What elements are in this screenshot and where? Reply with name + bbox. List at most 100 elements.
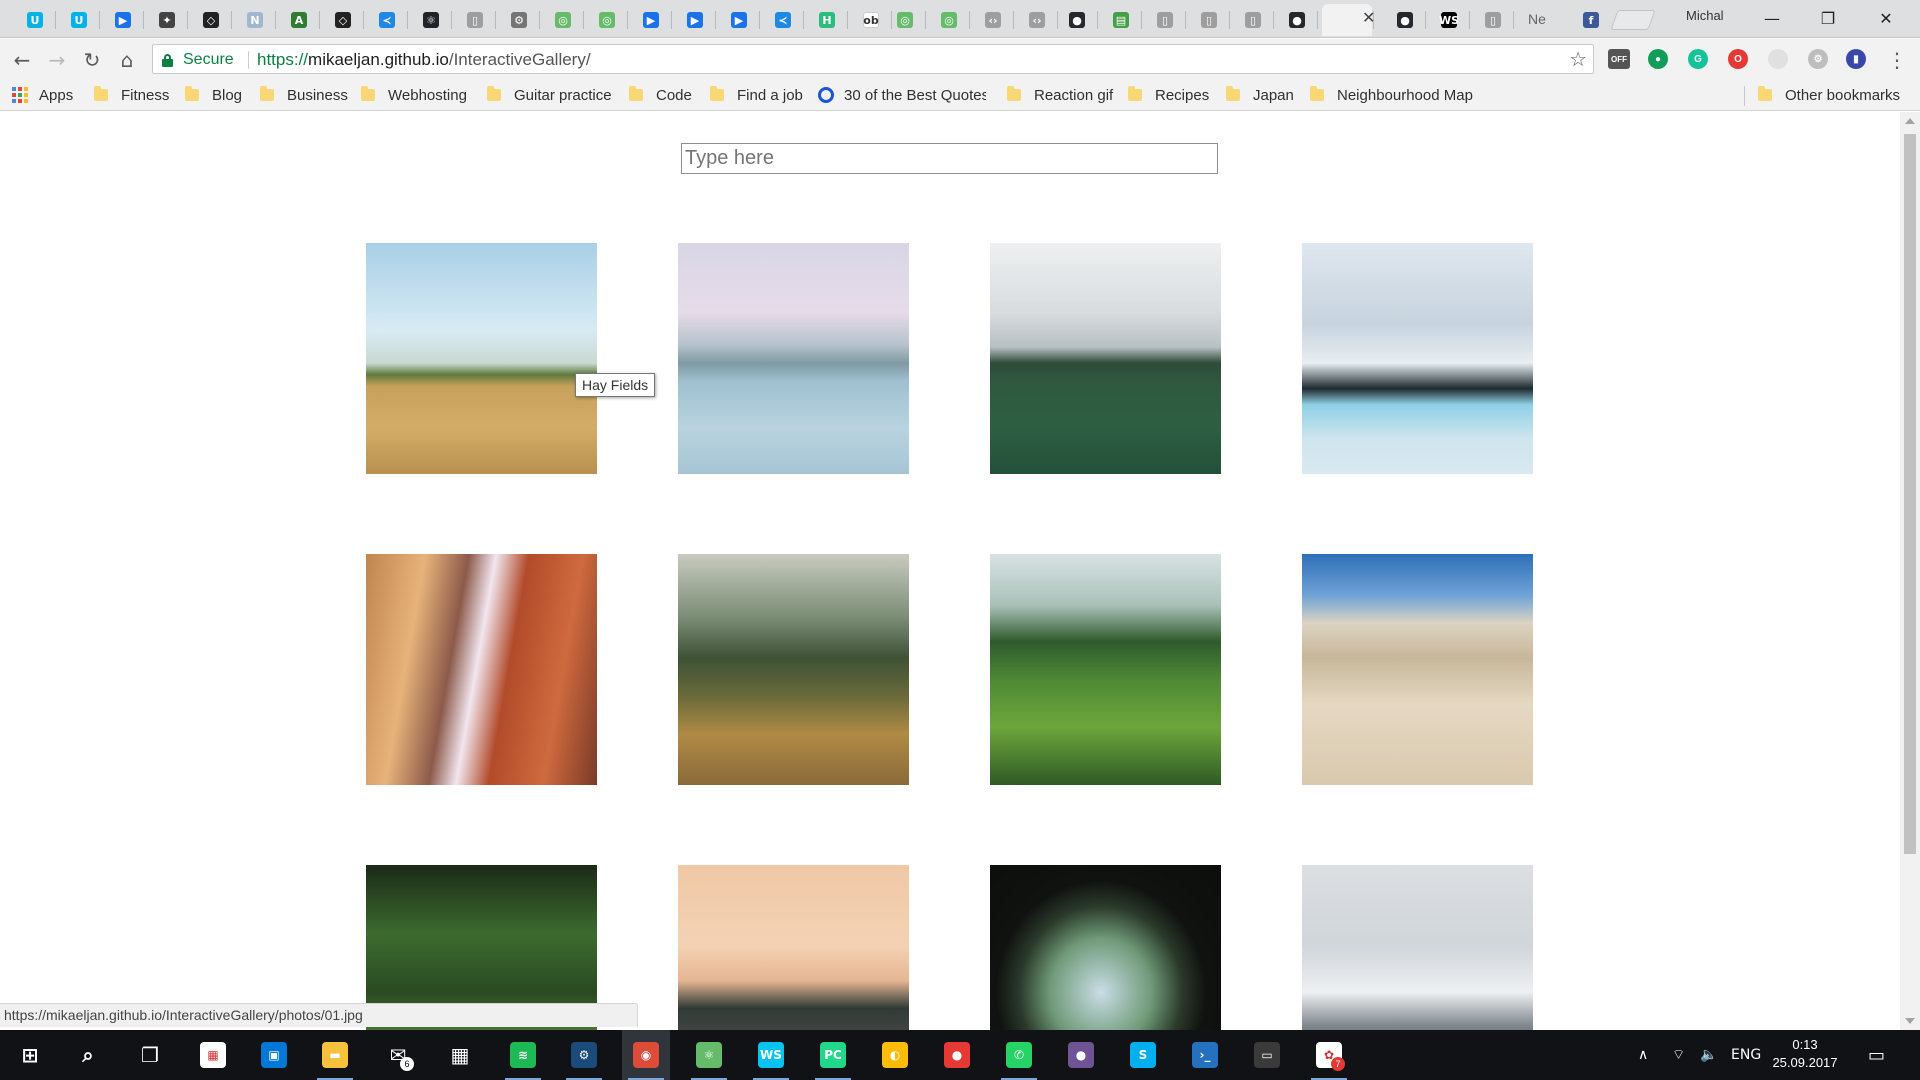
network-icon[interactable]: ⌔ bbox=[1672, 1030, 1685, 1080]
forward-button[interactable]: → bbox=[44, 47, 70, 73]
bookmark-recipes[interactable]: Recipes bbox=[1128, 79, 1209, 111]
bookmark-neighbourhood-map[interactable]: Neighbourhood Map bbox=[1310, 79, 1473, 111]
minimize-button[interactable]: — bbox=[1752, 6, 1792, 30]
tab[interactable]: ▯ bbox=[456, 4, 496, 36]
bookmark-apps[interactable]: Apps bbox=[12, 79, 73, 111]
system-clock[interactable]: 0:13 25.09.2017 bbox=[1760, 1036, 1850, 1072]
profile-extension-icon[interactable]: ▮ bbox=[1846, 49, 1866, 69]
bookmark-find-a-job[interactable]: Find a job bbox=[710, 79, 803, 111]
grammarly-extension-icon[interactable]: G bbox=[1688, 49, 1708, 69]
tab[interactable]: ▯ bbox=[1234, 4, 1274, 36]
tab[interactable]: ob bbox=[852, 4, 892, 36]
start-taskbar-button[interactable]: ⊞ bbox=[6, 1030, 54, 1080]
new-tab-button[interactable] bbox=[1610, 10, 1656, 30]
close-tab-icon[interactable]: ✕ bbox=[1362, 8, 1375, 28]
tab[interactable]: U bbox=[60, 4, 100, 36]
tab[interactable]: ● bbox=[1278, 4, 1318, 36]
bookmark-japan[interactable]: Japan bbox=[1226, 79, 1294, 111]
tab[interactable]: ◎ bbox=[588, 4, 628, 36]
outlook-taskbar-button[interactable]: ▣ bbox=[250, 1030, 298, 1080]
webstorm-taskbar-button[interactable]: WS bbox=[747, 1030, 795, 1080]
show-hidden-icons-icon[interactable]: ∧ bbox=[1638, 1030, 1648, 1080]
back-button[interactable]: ← bbox=[9, 47, 35, 73]
whatsapp-taskbar-button[interactable]: ✆ bbox=[995, 1030, 1043, 1080]
page-scrollbar[interactable] bbox=[1900, 112, 1920, 1030]
tab[interactable]: ✦ bbox=[148, 4, 188, 36]
bookmark-webhosting[interactable]: Webhosting bbox=[361, 79, 467, 111]
tab[interactable]: A bbox=[280, 4, 320, 36]
profile-name[interactable]: Michal bbox=[1686, 8, 1724, 23]
spotify-taskbar-button[interactable]: ≋ bbox=[499, 1030, 547, 1080]
calculator-taskbar-button[interactable]: ▦ bbox=[436, 1030, 484, 1080]
tab[interactable]: ‹› bbox=[1018, 4, 1058, 36]
scroll-thumb[interactable] bbox=[1904, 134, 1916, 854]
photo-hay-fields[interactable] bbox=[366, 243, 597, 474]
chrome-taskbar-button[interactable]: ◉ bbox=[622, 1030, 670, 1080]
tab[interactable]: ‹› bbox=[974, 4, 1014, 36]
photo-red-canyon[interactable] bbox=[366, 554, 597, 785]
tab[interactable]: ◎ bbox=[886, 4, 926, 36]
opera-extension-icon[interactable]: O bbox=[1728, 49, 1748, 69]
facebook-tab[interactable]: f bbox=[1572, 4, 1610, 36]
scroll-up-icon[interactable] bbox=[1905, 118, 1915, 124]
scroll-down-icon[interactable] bbox=[1905, 1018, 1915, 1024]
bookmark-blog[interactable]: Blog bbox=[185, 79, 242, 111]
tab[interactable]: ▯ bbox=[1190, 4, 1230, 36]
terminal-taskbar-button[interactable]: ▭ bbox=[1243, 1030, 1291, 1080]
keep-taskbar-button[interactable]: ◐ bbox=[871, 1030, 919, 1080]
tab[interactable]: ▶ bbox=[720, 4, 760, 36]
tab[interactable]: ▤ bbox=[1102, 4, 1142, 36]
skype-taskbar-button[interactable]: S bbox=[1119, 1030, 1167, 1080]
menu-button[interactable]: ⋮ bbox=[1884, 47, 1910, 73]
pycharm-taskbar-button[interactable]: PC bbox=[809, 1030, 857, 1080]
tab[interactable]: ● bbox=[1058, 4, 1098, 36]
photo-glacier-lagoon[interactable] bbox=[1302, 243, 1533, 474]
github-desktop-taskbar-button[interactable]: ● bbox=[1057, 1030, 1105, 1080]
steam-taskbar-button[interactable]: ⚙ bbox=[560, 1030, 608, 1080]
home-button[interactable]: ⌂ bbox=[114, 47, 140, 73]
tab[interactable]: ◇ bbox=[192, 4, 232, 36]
address-bar[interactable]: Secure https://mikaeljan.github.io/Inter… bbox=[152, 44, 1594, 74]
close-window-button[interactable]: ✕ bbox=[1866, 6, 1906, 30]
hangouts-extension-icon[interactable]: ● bbox=[1648, 49, 1668, 69]
bookmark-business[interactable]: Business bbox=[260, 79, 348, 111]
tab[interactable]: ◎ bbox=[544, 4, 584, 36]
mail-taskbar-button[interactable]: ✉ 6 bbox=[374, 1030, 422, 1080]
bookmark-guitar-practice[interactable]: Guitar practice bbox=[487, 79, 612, 111]
photo-jungle-valley[interactable] bbox=[990, 554, 1221, 785]
bookmark-code[interactable]: Code bbox=[629, 79, 692, 111]
gear-extension-icon[interactable]: ⚙ bbox=[1808, 49, 1828, 69]
tab[interactable]: ● bbox=[1386, 4, 1426, 36]
search-taskbar-button[interactable]: ⌕ bbox=[64, 1030, 112, 1080]
language-indicator[interactable]: ENG bbox=[1731, 1030, 1761, 1080]
bookmark-reaction-gif[interactable]: Reaction gif bbox=[1007, 79, 1113, 111]
tab[interactable]: ▶ bbox=[632, 4, 672, 36]
bookmark-star-icon[interactable]: ☆ bbox=[1569, 47, 1587, 71]
tab[interactable]: ⚙ bbox=[500, 4, 540, 36]
tab[interactable]: ⚛ bbox=[412, 4, 452, 36]
tab[interactable]: ≺ bbox=[368, 4, 408, 36]
tomato-taskbar-button[interactable]: ● bbox=[933, 1030, 981, 1080]
tab[interactable]: N bbox=[236, 4, 276, 36]
photo-green-meadow[interactable] bbox=[990, 243, 1221, 474]
app-badge-taskbar-button[interactable]: ✿ 7 bbox=[1305, 1030, 1353, 1080]
file-explorer-taskbar-button[interactable]: ▬ bbox=[311, 1030, 359, 1080]
url-text[interactable]: https://mikaeljan.github.io/InteractiveG… bbox=[257, 50, 591, 70]
reload-button[interactable]: ↻ bbox=[79, 47, 105, 73]
task-view-taskbar-button[interactable]: ❐ bbox=[126, 1030, 174, 1080]
tab[interactable]: ▶ bbox=[676, 4, 716, 36]
notifications-icon[interactable]: ▭ bbox=[1868, 1030, 1885, 1080]
photo-sand-dunes[interactable] bbox=[1302, 554, 1533, 785]
tab[interactable]: H bbox=[808, 4, 848, 36]
tab[interactable]: WS bbox=[1430, 4, 1470, 36]
photo-snowy-volcano[interactable] bbox=[1302, 865, 1533, 1030]
tab[interactable]: ▯ bbox=[1146, 4, 1186, 36]
bookmark-30-of-the-best-quotes[interactable]: 30 of the Best Quotes bbox=[818, 79, 986, 111]
off-extension-icon[interactable]: OFF bbox=[1608, 49, 1630, 69]
search-input[interactable] bbox=[681, 143, 1218, 174]
other-bookmarks[interactable]: Other bookmarks bbox=[1758, 79, 1900, 111]
powershell-taskbar-button[interactable]: ›_ bbox=[1181, 1030, 1229, 1080]
tab[interactable]: ▯ bbox=[1474, 4, 1514, 36]
photo-wild-garden[interactable] bbox=[678, 554, 909, 785]
secure-label[interactable]: Secure bbox=[183, 51, 234, 69]
